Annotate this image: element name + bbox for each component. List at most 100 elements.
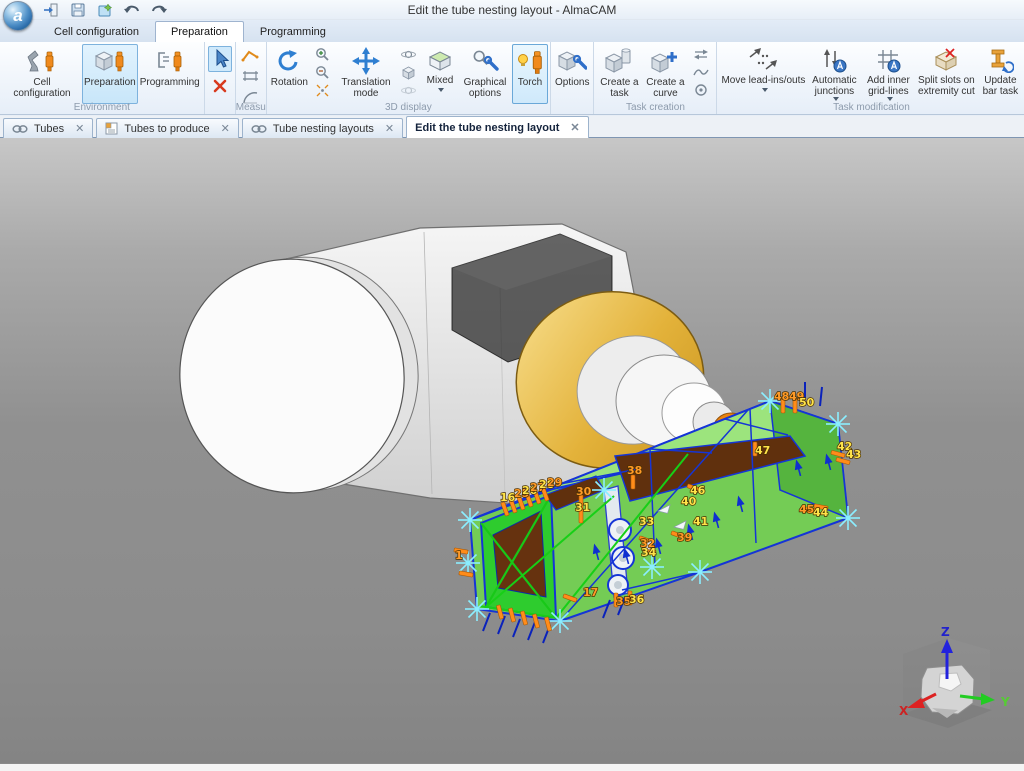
doc-tab-label: Tubes to produce bbox=[124, 123, 209, 135]
zoom-fit-button[interactable] bbox=[311, 82, 335, 98]
import-button[interactable] bbox=[42, 2, 60, 18]
zoom-out-button[interactable] bbox=[311, 64, 335, 80]
preparation-button[interactable]: Preparation bbox=[82, 44, 138, 104]
group-label: Environment bbox=[0, 101, 204, 114]
close-tab-icon[interactable]: ✕ bbox=[385, 124, 394, 134]
measure-path-icon bbox=[241, 48, 261, 63]
part-number-label: 48 bbox=[774, 390, 789, 403]
close-tab-icon[interactable]: ✕ bbox=[221, 124, 230, 134]
doc-tab-label: Edit the tube nesting layout bbox=[415, 122, 559, 134]
doc-tab-edit-tube-nesting-layout[interactable]: Edit the tube nesting layout ✕ bbox=[406, 116, 588, 138]
select-cursor-button[interactable] bbox=[208, 46, 232, 72]
group-label: Measure bbox=[236, 101, 266, 114]
axis-orientation-widget[interactable]: X Y Z bbox=[899, 625, 1010, 728]
close-tab-icon[interactable]: ✕ bbox=[570, 123, 579, 133]
swap-arrows-button[interactable] bbox=[689, 46, 713, 62]
part-number-label: 31 bbox=[575, 501, 590, 514]
mixed-display-button[interactable]: Mixed bbox=[422, 44, 458, 104]
dropdown-arrow-icon bbox=[438, 88, 444, 92]
part-number-label: 1 bbox=[455, 549, 463, 562]
undo-icon bbox=[123, 2, 141, 18]
cube-view-icon bbox=[401, 65, 416, 80]
part-number-label: 45 bbox=[799, 503, 814, 516]
options-button[interactable]: Options bbox=[553, 44, 591, 104]
mixed-display-icon bbox=[426, 47, 454, 73]
part-number-label: 30 bbox=[576, 485, 592, 498]
part-number-label: 38 bbox=[627, 464, 642, 477]
z-axis-label: Z bbox=[941, 625, 950, 639]
cube-view-button[interactable] bbox=[397, 64, 421, 80]
group-task-modification: Move lead-ins/outs Automatic junctions A… bbox=[717, 42, 1024, 114]
tube-icon bbox=[12, 124, 28, 134]
automatic-junctions-button[interactable]: Automatic junctions bbox=[807, 44, 861, 104]
x-axis-label: X bbox=[899, 704, 909, 718]
torch-display-button[interactable]: Torch bbox=[512, 44, 548, 104]
redo-icon bbox=[150, 2, 168, 18]
redo-button[interactable] bbox=[150, 2, 168, 18]
swap-arrows-icon bbox=[693, 48, 709, 60]
close-tab-icon[interactable]: ✕ bbox=[75, 124, 84, 134]
update-bar-task-button[interactable]: Update bar task bbox=[977, 44, 1023, 104]
rotation-button[interactable]: Rotation bbox=[269, 44, 310, 104]
save-button[interactable] bbox=[69, 2, 87, 18]
app-logo-letter: a bbox=[13, 6, 22, 26]
part-number-label: 47 bbox=[755, 444, 770, 457]
button-label: Torch bbox=[518, 77, 542, 88]
button-label: Add inner grid-lines bbox=[863, 75, 913, 97]
zoom-in-button[interactable] bbox=[311, 46, 335, 62]
group-environment: Cell configuration Preparation Programmi… bbox=[0, 42, 205, 114]
zoom-in-icon bbox=[315, 47, 330, 62]
button-label: Automatic junctions bbox=[809, 75, 859, 97]
button-label: Create a task bbox=[598, 77, 640, 99]
group-measure: Measure bbox=[236, 42, 267, 114]
split-slots-button[interactable]: Split slots on extremity cut bbox=[915, 44, 977, 104]
cell-configuration-button[interactable]: Cell configuration bbox=[2, 44, 82, 104]
orbit-disabled-button[interactable] bbox=[397, 82, 421, 98]
cube-wrench-icon bbox=[557, 47, 587, 75]
ribbon: Cell configuration Preparation Programmi… bbox=[0, 42, 1024, 115]
circle-button[interactable] bbox=[689, 82, 713, 98]
delete-selection-button[interactable] bbox=[208, 74, 232, 98]
button-label: Rotation bbox=[271, 77, 308, 88]
tab-programming[interactable]: Programming bbox=[244, 21, 342, 42]
torch-icon bbox=[516, 47, 544, 75]
app-logo[interactable]: a bbox=[3, 1, 33, 31]
measure-path-button[interactable] bbox=[239, 46, 263, 65]
doc-tab-tubes-to-produce[interactable]: Tubes to produce ✕ bbox=[96, 118, 238, 138]
orbit-icon bbox=[401, 47, 416, 62]
delete-red-x-icon bbox=[212, 78, 228, 94]
3d-scene[interactable]: 1162526272829303117353638333234394041464… bbox=[0, 138, 1024, 763]
add-inner-grid-lines-button[interactable]: Add inner grid-lines bbox=[861, 44, 915, 104]
cube-torch-icon bbox=[94, 47, 126, 75]
measure-distance-button[interactable] bbox=[239, 67, 263, 86]
zoom-fit-icon bbox=[315, 83, 330, 98]
orbit-view-button[interactable] bbox=[397, 46, 421, 62]
part-number-label: 44 bbox=[813, 506, 829, 519]
create-task-button[interactable]: Create a task bbox=[596, 44, 642, 104]
undo-button[interactable] bbox=[123, 2, 141, 18]
translation-mode-button[interactable]: Translation mode bbox=[336, 44, 396, 104]
part-number-label: 43 bbox=[846, 448, 861, 461]
create-task-icon bbox=[604, 47, 634, 75]
3d-viewport[interactable]: 1162526272829303117353638333234394041464… bbox=[0, 138, 1024, 763]
move-lead-ins-outs-button[interactable]: Move lead-ins/outs bbox=[719, 44, 807, 104]
measure-distance-icon bbox=[241, 70, 261, 83]
ribbon-tab-bar: Cell configuration Preparation Programmi… bbox=[0, 20, 1024, 42]
programming-button[interactable]: Programming bbox=[138, 44, 202, 104]
orbit-disabled-icon bbox=[401, 83, 416, 98]
group-task-creation: Create a task Create a curve Task creati… bbox=[594, 42, 717, 114]
create-curve-button[interactable]: Create a curve bbox=[642, 44, 688, 104]
curve-button[interactable] bbox=[689, 64, 713, 80]
preview-button[interactable] bbox=[96, 2, 114, 18]
button-label: Preparation bbox=[84, 77, 136, 88]
group-options: Options bbox=[551, 42, 594, 114]
tab-preparation[interactable]: Preparation bbox=[155, 21, 244, 42]
part-number-label: 41 bbox=[693, 515, 708, 528]
status-strip bbox=[0, 763, 1024, 771]
doc-tab-tubes[interactable]: Tubes ✕ bbox=[3, 118, 93, 138]
split-slots-icon bbox=[932, 47, 960, 73]
graphical-options-button[interactable]: Graphical options bbox=[458, 44, 512, 104]
doc-tab-tube-nesting-layouts[interactable]: Tube nesting layouts ✕ bbox=[242, 118, 403, 138]
tab-cell-configuration[interactable]: Cell configuration bbox=[38, 21, 155, 42]
document-tab-bar: Tubes ✕ Tubes to produce ✕ Tube nesting … bbox=[0, 116, 1024, 138]
